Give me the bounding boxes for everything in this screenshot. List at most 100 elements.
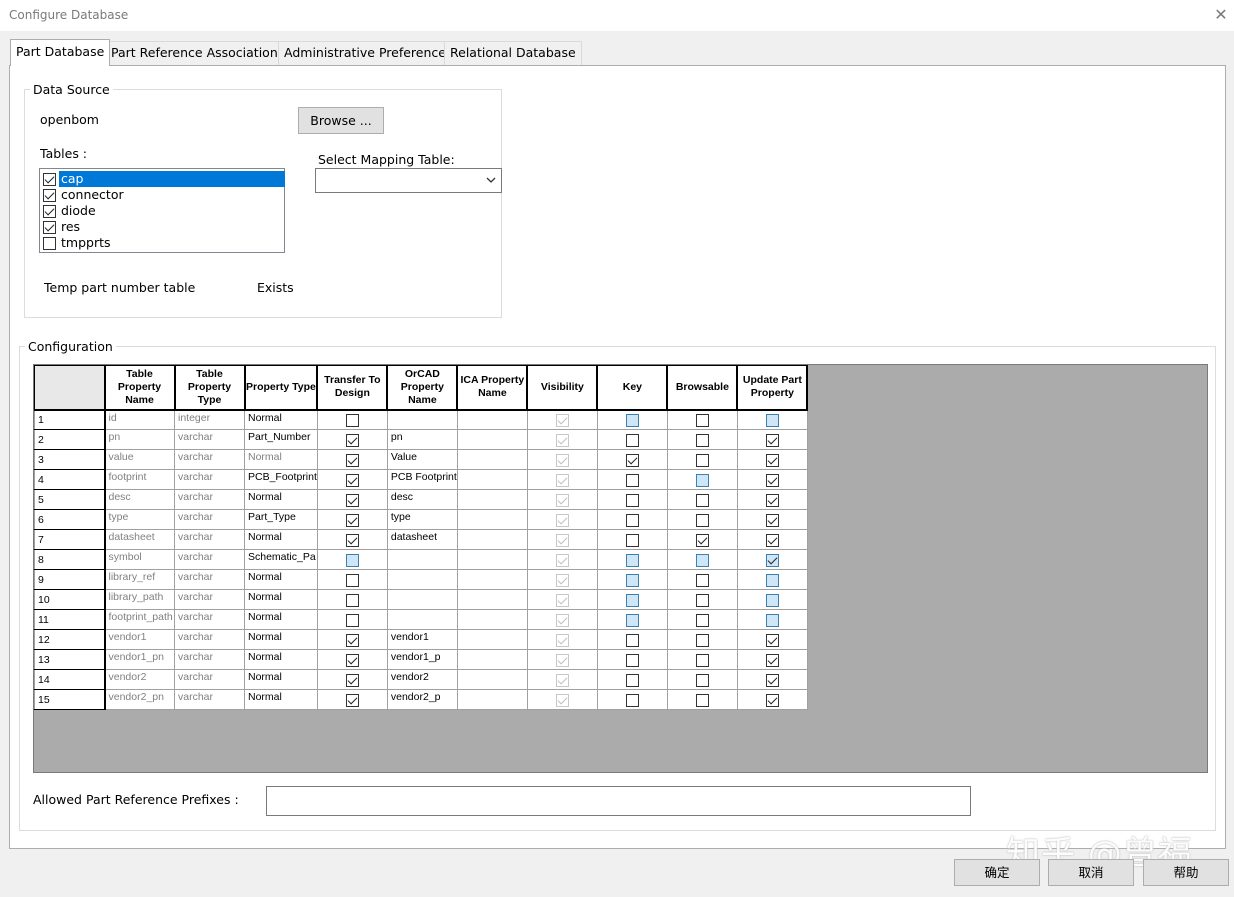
property-type-cell[interactable]: Part_Number bbox=[244, 429, 318, 450]
table-property-type-cell[interactable]: varchar bbox=[174, 449, 245, 470]
property-type-cell[interactable]: Normal bbox=[244, 569, 318, 590]
table-property-name-cell[interactable]: symbol bbox=[104, 549, 175, 570]
key-checkbox[interactable] bbox=[625, 594, 639, 607]
list-item[interactable]: connector bbox=[42, 187, 284, 203]
key-checkbox[interactable] bbox=[625, 574, 639, 587]
tab-relational-database[interactable]: Relational Database bbox=[444, 41, 582, 65]
ica-property-name-cell[interactable] bbox=[456, 409, 528, 430]
ica-property-name-cell[interactable] bbox=[456, 629, 528, 650]
property-type-cell[interactable]: Normal bbox=[244, 669, 318, 690]
browsable-checkbox[interactable] bbox=[695, 694, 709, 707]
list-item[interactable]: res bbox=[42, 219, 284, 235]
ica-property-name-cell[interactable] bbox=[456, 609, 528, 630]
row-number[interactable]: 1 bbox=[34, 409, 106, 430]
ica-property-name-cell[interactable] bbox=[456, 549, 528, 570]
table-property-type-cell[interactable]: varchar bbox=[174, 469, 245, 490]
update-part-property-checkbox[interactable] bbox=[765, 594, 779, 607]
table-property-name-cell[interactable]: library_ref bbox=[104, 569, 175, 590]
table-property-name-cell[interactable]: pn bbox=[104, 429, 175, 450]
table-property-type-cell[interactable]: varchar bbox=[174, 489, 245, 510]
column-header[interactable]: Property Type bbox=[244, 365, 319, 411]
column-header[interactable]: ICA Property Name bbox=[456, 365, 529, 411]
column-header[interactable]: Visibility bbox=[526, 365, 599, 411]
transfer-to-design-checkbox[interactable] bbox=[345, 674, 359, 687]
orcad-property-name-cell[interactable]: datasheet bbox=[386, 529, 458, 550]
checkbox[interactable] bbox=[43, 173, 56, 186]
browsable-checkbox[interactable] bbox=[695, 454, 709, 467]
tab-part-database[interactable]: Part Database bbox=[10, 39, 111, 66]
row-number[interactable]: 15 bbox=[34, 689, 106, 710]
ica-property-name-cell[interactable] bbox=[456, 509, 528, 530]
key-checkbox[interactable] bbox=[625, 474, 639, 487]
table-property-name-cell[interactable]: type bbox=[104, 509, 175, 530]
browsable-checkbox[interactable] bbox=[695, 474, 709, 487]
table-property-type-cell[interactable]: varchar bbox=[174, 509, 245, 530]
row-number[interactable]: 7 bbox=[34, 529, 106, 550]
checkbox[interactable] bbox=[43, 221, 56, 234]
row-number[interactable]: 11 bbox=[34, 609, 106, 630]
help-button[interactable]: 帮助 bbox=[1143, 859, 1229, 886]
table-property-type-cell[interactable]: varchar bbox=[174, 549, 245, 570]
orcad-property-name-cell[interactable]: pn bbox=[386, 429, 458, 450]
key-checkbox[interactable] bbox=[625, 634, 639, 647]
update-part-property-checkbox[interactable] bbox=[765, 634, 779, 647]
table-property-name-cell[interactable]: footprint_path bbox=[104, 609, 175, 630]
transfer-to-design-checkbox[interactable] bbox=[345, 554, 359, 567]
browsable-checkbox[interactable] bbox=[695, 494, 709, 507]
table-property-type-cell[interactable]: varchar bbox=[174, 589, 245, 610]
table-property-name-cell[interactable]: vendor2_pn bbox=[104, 689, 175, 710]
table-property-name-cell[interactable]: id bbox=[104, 409, 175, 430]
tables-listbox[interactable]: cap connector diode res tmpprts bbox=[39, 168, 285, 253]
table-property-type-cell[interactable]: varchar bbox=[174, 429, 245, 450]
key-checkbox[interactable] bbox=[625, 554, 639, 567]
row-number[interactable]: 12 bbox=[34, 629, 106, 650]
transfer-to-design-checkbox[interactable] bbox=[345, 514, 359, 527]
key-checkbox[interactable] bbox=[625, 614, 639, 627]
mapping-table-select[interactable] bbox=[315, 168, 502, 193]
table-property-name-cell[interactable]: desc bbox=[104, 489, 175, 510]
browse-button[interactable]: Browse ... bbox=[298, 107, 384, 134]
orcad-property-name-cell[interactable] bbox=[386, 589, 458, 610]
table-property-name-cell[interactable]: datasheet bbox=[104, 529, 175, 550]
ica-property-name-cell[interactable] bbox=[456, 449, 528, 470]
column-header[interactable]: Transfer To Design bbox=[316, 365, 389, 411]
transfer-to-design-checkbox[interactable] bbox=[345, 534, 359, 547]
browsable-checkbox[interactable] bbox=[695, 634, 709, 647]
key-checkbox[interactable] bbox=[625, 454, 639, 467]
browsable-checkbox[interactable] bbox=[695, 434, 709, 447]
list-item[interactable]: tmpprts bbox=[42, 235, 284, 251]
property-type-cell[interactable]: Schematic_Pa bbox=[244, 549, 318, 570]
update-part-property-checkbox[interactable] bbox=[765, 694, 779, 707]
tab-administrative-preferences[interactable]: Administrative Preferences bbox=[278, 41, 459, 65]
browsable-checkbox[interactable] bbox=[695, 614, 709, 627]
update-part-property-checkbox[interactable] bbox=[765, 554, 779, 567]
update-part-property-checkbox[interactable] bbox=[765, 494, 779, 507]
transfer-to-design-checkbox[interactable] bbox=[345, 494, 359, 507]
ica-property-name-cell[interactable] bbox=[456, 649, 528, 670]
browsable-checkbox[interactable] bbox=[695, 554, 709, 567]
property-type-cell[interactable]: Normal bbox=[244, 489, 318, 510]
transfer-to-design-checkbox[interactable] bbox=[345, 694, 359, 707]
row-number[interactable]: 10 bbox=[34, 589, 106, 610]
ica-property-name-cell[interactable] bbox=[456, 429, 528, 450]
orcad-property-name-cell[interactable]: vendor1_p bbox=[386, 649, 458, 670]
update-part-property-checkbox[interactable] bbox=[765, 514, 779, 527]
key-checkbox[interactable] bbox=[625, 514, 639, 527]
browsable-checkbox[interactable] bbox=[695, 534, 709, 547]
column-header[interactable]: Key bbox=[596, 365, 669, 411]
table-property-type-cell[interactable]: varchar bbox=[174, 689, 245, 710]
table-property-type-cell[interactable]: varchar bbox=[174, 669, 245, 690]
orcad-property-name-cell[interactable] bbox=[386, 409, 458, 430]
property-type-cell[interactable]: PCB_Footprint bbox=[244, 469, 318, 490]
transfer-to-design-checkbox[interactable] bbox=[345, 614, 359, 627]
column-header[interactable]: Browsable bbox=[666, 365, 739, 411]
row-number[interactable]: 9 bbox=[34, 569, 106, 590]
table-property-type-cell[interactable]: varchar bbox=[174, 649, 245, 670]
row-number[interactable]: 5 bbox=[34, 489, 106, 510]
table-property-type-cell[interactable]: varchar bbox=[174, 529, 245, 550]
orcad-property-name-cell[interactable]: type bbox=[386, 509, 458, 530]
table-property-type-cell[interactable]: varchar bbox=[174, 569, 245, 590]
key-checkbox[interactable] bbox=[625, 534, 639, 547]
transfer-to-design-checkbox[interactable] bbox=[345, 414, 359, 428]
ica-property-name-cell[interactable] bbox=[456, 489, 528, 510]
